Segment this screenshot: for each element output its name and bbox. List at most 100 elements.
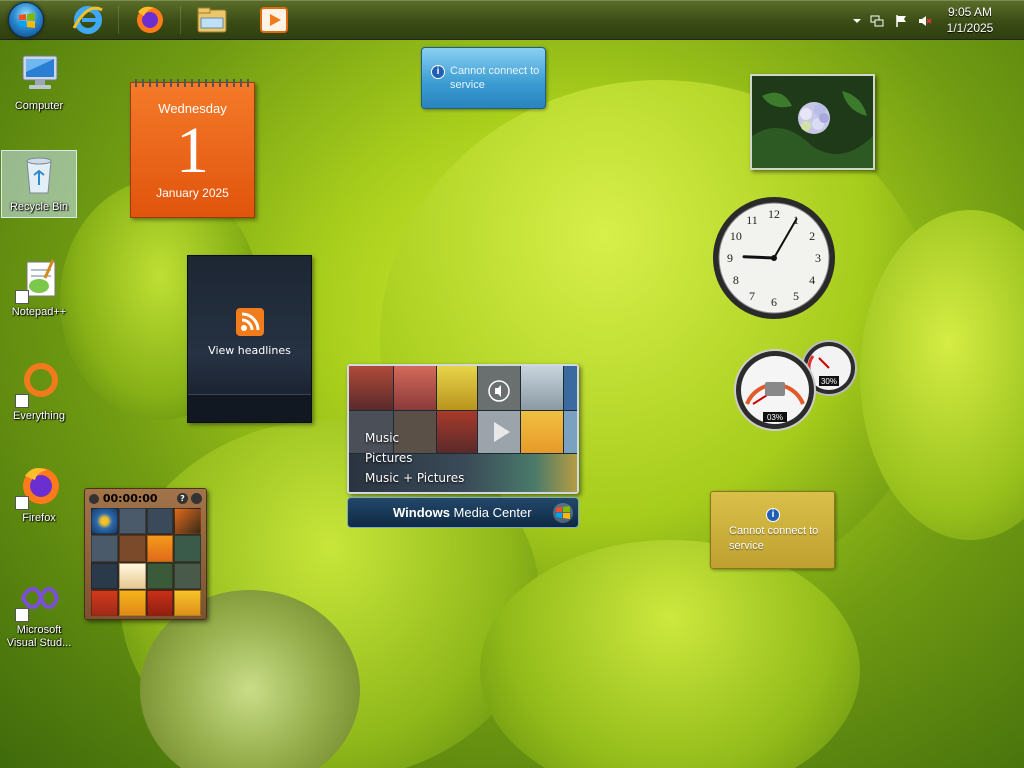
desktop-icon-computer[interactable]: Computer bbox=[1, 50, 77, 113]
weather-gadget[interactable]: i Cannot connect to service bbox=[710, 491, 835, 569]
puzzle-tile[interactable] bbox=[174, 535, 201, 562]
picture-puzzle-gadget[interactable]: 00:00:00 ? bbox=[84, 488, 207, 620]
desktop-icon-notepad-plus-plus[interactable]: Notepad++ bbox=[1, 256, 77, 319]
menu-item-pictures[interactable]: Pictures bbox=[365, 448, 464, 468]
desktop-icon-visual-studio[interactable]: Microsoft Visual Stud... bbox=[1, 574, 77, 650]
puzzle-tile[interactable] bbox=[91, 589, 118, 616]
firefox-icon bbox=[15, 462, 63, 510]
shortcut-arrow-icon bbox=[15, 608, 29, 622]
puzzle-tile[interactable] bbox=[118, 535, 146, 562]
taskbar: 9:05 AM 1/1/2025 bbox=[0, 0, 1024, 40]
file-explorer-button[interactable] bbox=[192, 2, 232, 38]
internet-explorer-button[interactable] bbox=[68, 2, 108, 38]
media-player-button[interactable] bbox=[254, 2, 294, 38]
puzzle-board bbox=[91, 508, 201, 616]
folder-icon bbox=[197, 7, 227, 33]
firefox-taskbar-button[interactable] bbox=[130, 2, 170, 38]
menu-item-music[interactable]: Music bbox=[365, 428, 464, 448]
puzzle-tile[interactable] bbox=[146, 508, 174, 535]
taskbar-clock[interactable]: 9:05 AM 1/1/2025 bbox=[940, 4, 1000, 36]
puzzle-tile[interactable] bbox=[146, 589, 174, 616]
menu-item-music-pictures[interactable]: Music + Pictures bbox=[365, 468, 464, 488]
everything-search-icon bbox=[15, 360, 63, 408]
analog-clock-face: 121234567891011 bbox=[713, 197, 835, 319]
puzzle-tile[interactable] bbox=[174, 562, 201, 589]
calendar-month-year: January 2025 bbox=[156, 186, 229, 200]
desktop-icon-firefox[interactable]: Firefox bbox=[1, 462, 77, 525]
hour-hand bbox=[742, 255, 776, 260]
clock-numeral: 11 bbox=[746, 213, 758, 227]
taskbar-separator bbox=[180, 6, 181, 34]
media-tile bbox=[394, 366, 436, 410]
shuffle-icon[interactable] bbox=[191, 493, 202, 504]
notepad-plus-plus-icon bbox=[15, 256, 63, 304]
clock-numeral: 7 bbox=[749, 289, 755, 303]
calendar-day: 1 bbox=[176, 114, 209, 187]
volume-muted-icon[interactable] bbox=[918, 13, 932, 27]
media-tile bbox=[564, 411, 577, 453]
cpu-meter-gadget[interactable]: 30% 03% bbox=[733, 338, 859, 434]
media-center-title-bold: Windows bbox=[393, 505, 450, 520]
puzzle-tile[interactable] bbox=[91, 535, 118, 562]
start-button[interactable] bbox=[8, 2, 44, 38]
media-player-icon bbox=[260, 7, 288, 33]
puzzle-toolbar: 00:00:00 ? bbox=[89, 492, 202, 506]
clock-numeral: 12 bbox=[768, 207, 780, 221]
hydrangea-photo bbox=[752, 76, 873, 168]
puzzle-tile[interactable] bbox=[146, 562, 174, 589]
show-hidden-icons-button[interactable] bbox=[850, 13, 864, 27]
desktop-icon-label: Recycle Bin bbox=[9, 201, 69, 213]
windows-logo-icon bbox=[553, 503, 573, 523]
puzzle-tile[interactable] bbox=[174, 508, 201, 535]
recycle-bin-icon bbox=[15, 151, 63, 199]
computer-icon bbox=[15, 50, 63, 98]
puzzle-tile[interactable] bbox=[118, 589, 146, 616]
desktop-icon-recycle-bin[interactable]: Recycle Bin bbox=[1, 150, 77, 218]
shortcut-arrow-icon bbox=[15, 496, 29, 510]
puzzle-tile[interactable] bbox=[174, 589, 201, 616]
desktop-icon-label: Firefox bbox=[22, 512, 56, 524]
media-tile bbox=[521, 411, 563, 453]
media-tile bbox=[349, 366, 393, 410]
media-tile bbox=[564, 366, 577, 410]
clock-time: 9:05 AM bbox=[947, 5, 993, 19]
cpu-usage-readout: 03% bbox=[767, 413, 783, 422]
help-icon[interactable]: ? bbox=[177, 493, 188, 504]
clock-numeral: 6 bbox=[771, 295, 777, 309]
puzzle-timer: 00:00:00 bbox=[102, 492, 158, 505]
system-tray: 9:05 AM 1/1/2025 bbox=[844, 0, 1024, 40]
play-icon bbox=[494, 422, 510, 442]
calendar-gadget[interactable]: Wednesday 1 January 2025 bbox=[130, 79, 255, 218]
clock-numeral: 4 bbox=[809, 273, 815, 287]
clock-numeral: 2 bbox=[809, 229, 815, 243]
media-center-gadget[interactable]: Music Pictures Music + Pictures bbox=[347, 364, 579, 494]
shortcut-arrow-icon bbox=[15, 290, 29, 304]
feed-headlines-gadget[interactable]: View headlines bbox=[187, 255, 312, 423]
memory-usage-readout: 30% bbox=[821, 377, 837, 386]
puzzle-tile[interactable] bbox=[91, 508, 118, 535]
view-headlines-link[interactable]: View headlines bbox=[188, 344, 311, 357]
clock-numeral: 5 bbox=[793, 289, 799, 303]
puzzle-tile[interactable] bbox=[118, 508, 146, 535]
taskbar-separator bbox=[118, 6, 119, 34]
desktop-icon-label: Notepad++ bbox=[11, 306, 67, 318]
rss-icon bbox=[235, 308, 264, 336]
media-center-title-rest: Media Center bbox=[449, 505, 532, 520]
clock-gadget[interactable]: 121234567891011 bbox=[711, 195, 837, 321]
windows-logo-icon bbox=[19, 13, 35, 28]
puzzle-tile[interactable] bbox=[91, 562, 118, 589]
media-center-launch-bar[interactable]: Windows Media Center bbox=[347, 497, 579, 528]
media-center-menu: Music Pictures Music + Pictures bbox=[365, 428, 464, 488]
clock-numeral: 8 bbox=[733, 273, 739, 287]
puzzle-tile[interactable] bbox=[118, 562, 146, 589]
info-icon: i bbox=[431, 65, 445, 79]
chevron-up-icon bbox=[853, 19, 861, 23]
slideshow-gadget[interactable] bbox=[750, 74, 875, 170]
clock-numeral: 9 bbox=[727, 251, 733, 265]
action-center-flag-icon[interactable] bbox=[894, 13, 908, 27]
clock-numeral: 3 bbox=[815, 251, 821, 265]
puzzle-tile[interactable] bbox=[146, 535, 174, 562]
network-icon[interactable] bbox=[870, 13, 884, 27]
currency-gadget[interactable]: i Cannot connect to service bbox=[421, 47, 546, 109]
desktop-icon-everything[interactable]: Everything bbox=[1, 360, 77, 423]
